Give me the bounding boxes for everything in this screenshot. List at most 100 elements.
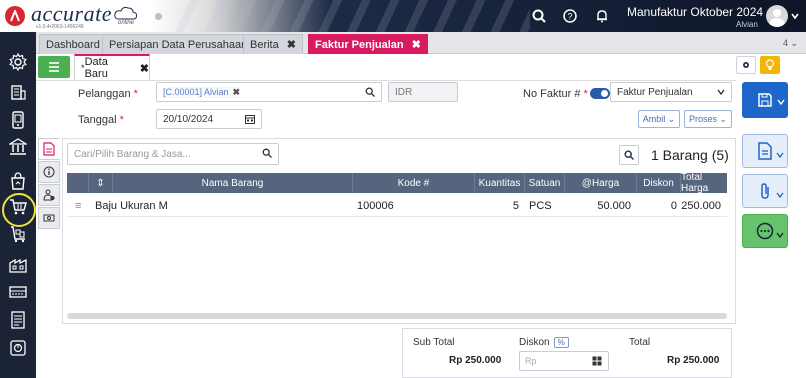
paperclip-icon: [761, 183, 769, 199]
diskon-placeholder: Rp: [525, 356, 537, 366]
tab-label: Persiapan Data Perusahaan: [109, 38, 248, 51]
auto-number-toggle[interactable]: [590, 88, 610, 99]
tab-dashboard[interactable]: Dashboard: [39, 34, 107, 54]
pelanggan-field[interactable]: [C.00001] Alvian ✖: [156, 82, 382, 102]
faktur-type-select[interactable]: Faktur Penjualan: [610, 82, 732, 102]
drag-handle-icon[interactable]: ≡: [75, 195, 87, 217]
col-nama-barang[interactable]: Nama Barang: [113, 173, 353, 193]
total-label: Total: [629, 337, 651, 348]
tab-persiapan-data[interactable]: Persiapan Data Perusahaan: [102, 34, 255, 54]
gear-icon[interactable]: [8, 52, 28, 72]
close-icon[interactable]: ✖: [412, 38, 421, 51]
help-icon[interactable]: ?: [562, 8, 578, 24]
remove-chip-icon[interactable]: ✖: [233, 87, 241, 98]
more-icon: [756, 222, 774, 240]
bank-icon[interactable]: [8, 137, 28, 157]
app-version: v1.0.4•2063-1456248: [36, 24, 84, 30]
ambil-button[interactable]: Ambil ⌄: [638, 110, 680, 128]
tanggal-label: Tanggal *: [78, 114, 124, 126]
chevron-down-icon[interactable]: [777, 97, 785, 109]
subtab-data-baru[interactable]: * Data Baru ✖: [74, 54, 150, 80]
close-icon[interactable]: ✖: [287, 38, 296, 51]
tab-label: Berita: [250, 38, 279, 51]
shopping-bag-icon[interactable]: [8, 171, 28, 191]
building-icon[interactable]: [8, 82, 28, 102]
person-money-icon: [43, 189, 55, 201]
tab-faktur-penjualan[interactable]: Faktur Penjualan ✖: [308, 34, 428, 54]
search-icon[interactable]: [365, 87, 375, 100]
cash-register-icon[interactable]: [8, 282, 28, 302]
currency-field: IDR: [388, 82, 458, 102]
subtab-label: Data Baru: [84, 56, 108, 80]
info-tab[interactable]: [38, 161, 60, 183]
tab-count-dropdown[interactable]: 4 ⌄: [783, 38, 798, 49]
company-name[interactable]: Manufaktur Oktober 2024: [627, 5, 763, 19]
top-bar: accurate online v1.0.4•2063-1456248 ? Ma…: [0, 0, 806, 32]
customer-chip-label: [C.00001] Alvian: [163, 87, 229, 97]
tanggal-field[interactable]: 20/10/2024: [156, 109, 262, 129]
item-search-input[interactable]: Cari/Pilih Barang & Jasa...: [67, 143, 279, 165]
avatar[interactable]: [766, 5, 788, 27]
col-kode[interactable]: Kode #: [353, 173, 475, 193]
document-icon: [758, 142, 772, 160]
save-button[interactable]: [742, 82, 788, 118]
customer-chip[interactable]: [C.00001] Alvian ✖: [163, 86, 241, 98]
search-icon[interactable]: [531, 8, 547, 24]
percent-toggle[interactable]: %: [553, 337, 569, 348]
app-logo-sub: online: [118, 20, 135, 26]
diskon-input[interactable]: Rp: [519, 351, 609, 371]
chevron-down-icon[interactable]: [791, 11, 799, 23]
phone-icon[interactable]: [8, 110, 28, 130]
document-icon: [43, 142, 55, 156]
proses-button[interactable]: Proses ⌄: [684, 110, 732, 128]
more-options-button[interactable]: [742, 214, 788, 248]
main-content: * Data Baru ✖ Pelanggan * [C.00001] Alvian…: [36, 54, 806, 378]
col-diskon[interactable]: Diskon: [637, 173, 681, 193]
factory-icon[interactable]: [8, 254, 28, 274]
table-row[interactable]: ≡ Baju Ukuran M 100006 5 PCS 50.000 0 25…: [67, 195, 727, 217]
settings-button[interactable]: [736, 56, 756, 74]
document-side-tabs: [38, 138, 60, 230]
chevron-down-icon[interactable]: [776, 150, 784, 162]
col-kuantitas[interactable]: Kuantitas: [475, 173, 525, 193]
chevron-down-icon[interactable]: [776, 190, 784, 202]
table-header: ⇕ Nama Barang Kode # Kuantitas Satuan @H…: [67, 172, 727, 194]
cart-icon[interactable]: [8, 197, 28, 217]
search-items-button[interactable]: [619, 145, 639, 165]
report-icon[interactable]: [8, 338, 28, 358]
col-total-harga[interactable]: Total Harga: [681, 172, 727, 194]
diskon-label: Diskon%: [519, 337, 569, 348]
close-icon[interactable]: ✖: [140, 62, 149, 75]
sort-icon[interactable]: ⇕: [89, 173, 113, 193]
trolley-icon[interactable]: [8, 224, 28, 244]
sub-total-label: Sub Total: [413, 337, 455, 348]
item-search-placeholder: Cari/Pilih Barang & Jasa...: [74, 148, 191, 160]
tab-berita[interactable]: Berita ✖: [243, 34, 303, 54]
no-faktur-label: No Faktur # *: [523, 88, 588, 100]
accurate-logo-icon[interactable]: [5, 6, 25, 26]
sidebar: [0, 32, 36, 378]
divider: [36, 80, 736, 81]
save-icon: [758, 93, 772, 107]
print-document-button[interactable]: [742, 134, 788, 168]
header-decoration: [170, 0, 530, 32]
col-harga[interactable]: @Harga: [565, 173, 637, 193]
cell-harga: 50.000: [597, 200, 631, 212]
item-count: 1 Barang (5): [651, 147, 729, 163]
detail-items-tab[interactable]: [38, 138, 60, 160]
salesman-tab[interactable]: [38, 184, 60, 206]
horizontal-scrollbar[interactable]: [67, 313, 727, 319]
tips-button[interactable]: [760, 56, 780, 74]
attachment-button[interactable]: [742, 174, 788, 208]
tab-label: Faktur Penjualan: [315, 38, 404, 51]
cost-tab[interactable]: [38, 207, 60, 229]
status-dot: [155, 13, 162, 20]
search-icon[interactable]: [262, 148, 272, 161]
calendar-icon[interactable]: [245, 114, 255, 127]
list-view-button[interactable]: [38, 56, 70, 78]
col-satuan[interactable]: Satuan: [525, 173, 565, 193]
calculator-icon[interactable]: [592, 356, 602, 368]
ledger-icon[interactable]: [8, 310, 28, 330]
bell-icon[interactable]: [594, 8, 610, 24]
chevron-down-icon[interactable]: [776, 230, 784, 242]
